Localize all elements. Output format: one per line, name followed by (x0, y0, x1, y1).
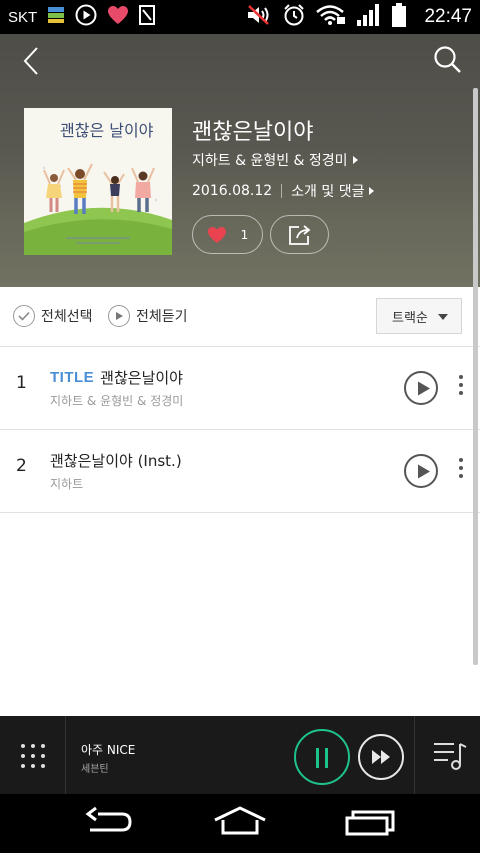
check-circle-icon (13, 305, 35, 327)
dropdown-arrow-icon (438, 314, 448, 320)
nav-recents-button[interactable] (342, 806, 402, 840)
release-date: 2016.08.12 (192, 183, 273, 199)
mute-icon (246, 4, 272, 30)
carrier-label: SKT (8, 8, 38, 26)
share-icon (288, 224, 310, 245)
album-header: 괜찮은 날이야 괜찮은날이야 지하트 & 윤형빈 & 정경미 2016.08.1… (0, 34, 480, 287)
track-number: 1 (16, 373, 27, 393)
play-circle-icon (108, 305, 130, 327)
status-right-group: 22:47 (246, 3, 472, 31)
mini-player: 아주 NICE 세븐틴 (0, 716, 480, 794)
battery-icon (392, 3, 407, 31)
track-title-line: TITLE 괜찮은날이야 (50, 367, 183, 388)
fast-forward-icon (372, 750, 390, 764)
track-play-button[interactable] (404, 454, 438, 488)
track-row[interactable]: 2 괜찮은날이야 (Inst.) 지하트 (0, 430, 480, 513)
album-artists: 지하트 & 윤형빈 & 정경미 (192, 153, 348, 169)
playlist-button[interactable] (414, 716, 480, 794)
search-icon (434, 46, 461, 73)
select-all-label: 전체선택 (41, 309, 93, 325)
track-number: 2 (16, 456, 27, 476)
menu-grid-button[interactable] (0, 716, 66, 794)
album-artists-link[interactable]: 지하트 & 윤형빈 & 정경미 (192, 150, 358, 170)
album-title: 괜찮은날이야 (192, 120, 314, 145)
nav-back-icon (85, 806, 132, 832)
back-button[interactable] (18, 46, 48, 76)
title-track-badge: TITLE (50, 369, 95, 386)
info-comments-link[interactable]: 소개 및 댓글 (291, 181, 375, 201)
now-playing-title[interactable]: 아주 NICE (81, 741, 135, 758)
select-all-button[interactable]: 전체선택 (13, 305, 93, 327)
track-more-button[interactable] (454, 458, 468, 484)
meta-divider (281, 184, 283, 198)
play-icon (418, 381, 430, 396)
track-title-line: 괜찮은날이야 (Inst.) (50, 450, 182, 471)
sort-label: 트랙순 (392, 310, 428, 326)
share-button[interactable] (270, 215, 329, 254)
caret-right-icon (369, 187, 375, 195)
track-list: 1 TITLE 괜찮은날이야 지하트 & 윤형빈 & 정경미 2 괜찮은날이야 … (0, 347, 480, 513)
track-row[interactable]: 1 TITLE 괜찮은날이야 지하트 & 윤형빈 & 정경미 (0, 347, 480, 430)
play-all-label: 전체듣기 (136, 309, 188, 325)
status-bar: SKT 22:47 (0, 0, 480, 34)
cover-lettering: 괜찮은 날이야 (60, 121, 154, 140)
track-title: 괜찮은날이야 (100, 369, 183, 387)
caret-right-icon (352, 156, 358, 164)
home-icon (214, 806, 266, 835)
pause-button[interactable] (294, 729, 350, 785)
wifi-icon (316, 4, 346, 30)
recent-apps-icon (345, 810, 395, 836)
alarm-icon (282, 3, 306, 31)
app-notification-icon (139, 5, 156, 29)
nav-home-button[interactable] (210, 806, 270, 840)
more-vertical-icon (454, 375, 468, 395)
like-count: 1 (240, 227, 249, 242)
next-track-button[interactable] (358, 734, 404, 780)
info-comments-label: 소개 및 댓글 (291, 184, 365, 200)
search-button[interactable] (432, 44, 464, 76)
track-more-button[interactable] (454, 375, 468, 401)
album-cover[interactable]: 괜찮은 날이야 (24, 108, 172, 255)
track-title: 괜찮은날이야 (Inst.) (50, 452, 182, 470)
track-play-button[interactable] (404, 371, 438, 405)
album-detail-screen: SKT 22:47 괜찮은 날이야 괜찮은날이야 지하트 & 윤형빈 & 정경미… (0, 0, 480, 853)
system-nav-bar (0, 794, 480, 853)
track-artist: 지하트 (50, 477, 84, 491)
album-meta: 2016.08.12 소개 및 댓글 (192, 181, 375, 201)
playlist-icon (434, 743, 467, 770)
album-cover-art: 괜찮은 날이야 (24, 108, 172, 255)
scrollbar[interactable] (473, 88, 478, 665)
like-button[interactable]: 1 (192, 215, 263, 254)
grid-dots-icon (21, 744, 45, 768)
signal-icon (356, 3, 382, 31)
heart-icon (207, 226, 226, 243)
status-clock: 22:47 (424, 6, 472, 27)
now-playing-artist: 세븐틴 (81, 764, 109, 775)
play-all-button[interactable]: 전체듣기 (108, 305, 188, 327)
play-notification-icon (75, 4, 97, 30)
heart-notification-icon (107, 5, 129, 29)
sort-dropdown[interactable]: 트랙순 (376, 298, 462, 334)
play-icon (418, 464, 430, 479)
track-artist: 지하트 & 윤형빈 & 정경미 (50, 394, 184, 408)
nav-back-button[interactable] (80, 806, 140, 840)
back-arrow-icon (23, 47, 38, 75)
track-toolbar: 전체선택 전체듣기 트랙순 (0, 287, 480, 347)
data-usage-icon (47, 6, 65, 28)
more-vertical-icon (454, 458, 468, 478)
